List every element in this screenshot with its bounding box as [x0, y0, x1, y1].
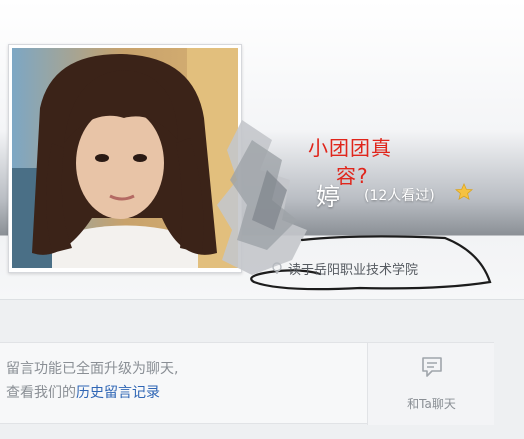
school-text: 读于岳阳职业技术学院 — [288, 262, 419, 278]
header-divider — [0, 299, 524, 300]
avatar[interactable] — [12, 48, 238, 268]
profile-name: 婷 — [316, 183, 340, 211]
message-notice-card: 留言功能已全面升级为聊天, 查看我们的历史留言记录 和Ta聊天 — [0, 342, 494, 425]
school-info: 读于岳阳职业技术学院 — [270, 258, 418, 278]
view-count: (12人看过) — [364, 188, 435, 204]
notice-line-1: 留言功能已全面升级为聊天, — [6, 361, 179, 377]
chat-bubble-icon — [422, 357, 442, 377]
notice-text: 留言功能已全面升级为聊天, 查看我们的历史留言记录 — [6, 357, 356, 405]
page-edge — [494, 300, 524, 439]
chat-with-ta-button[interactable]: 和Ta聊天 — [367, 343, 494, 425]
notice-line-2-prefix: 查看我们的 — [6, 385, 76, 401]
annotation-line-1: 小团团真 — [308, 136, 392, 160]
chat-button-label: 和Ta聊天 — [407, 397, 456, 411]
history-messages-link[interactable]: 历史留言记录 — [76, 385, 160, 401]
star-icon — [455, 183, 473, 200]
location-pin-icon — [272, 262, 282, 274]
